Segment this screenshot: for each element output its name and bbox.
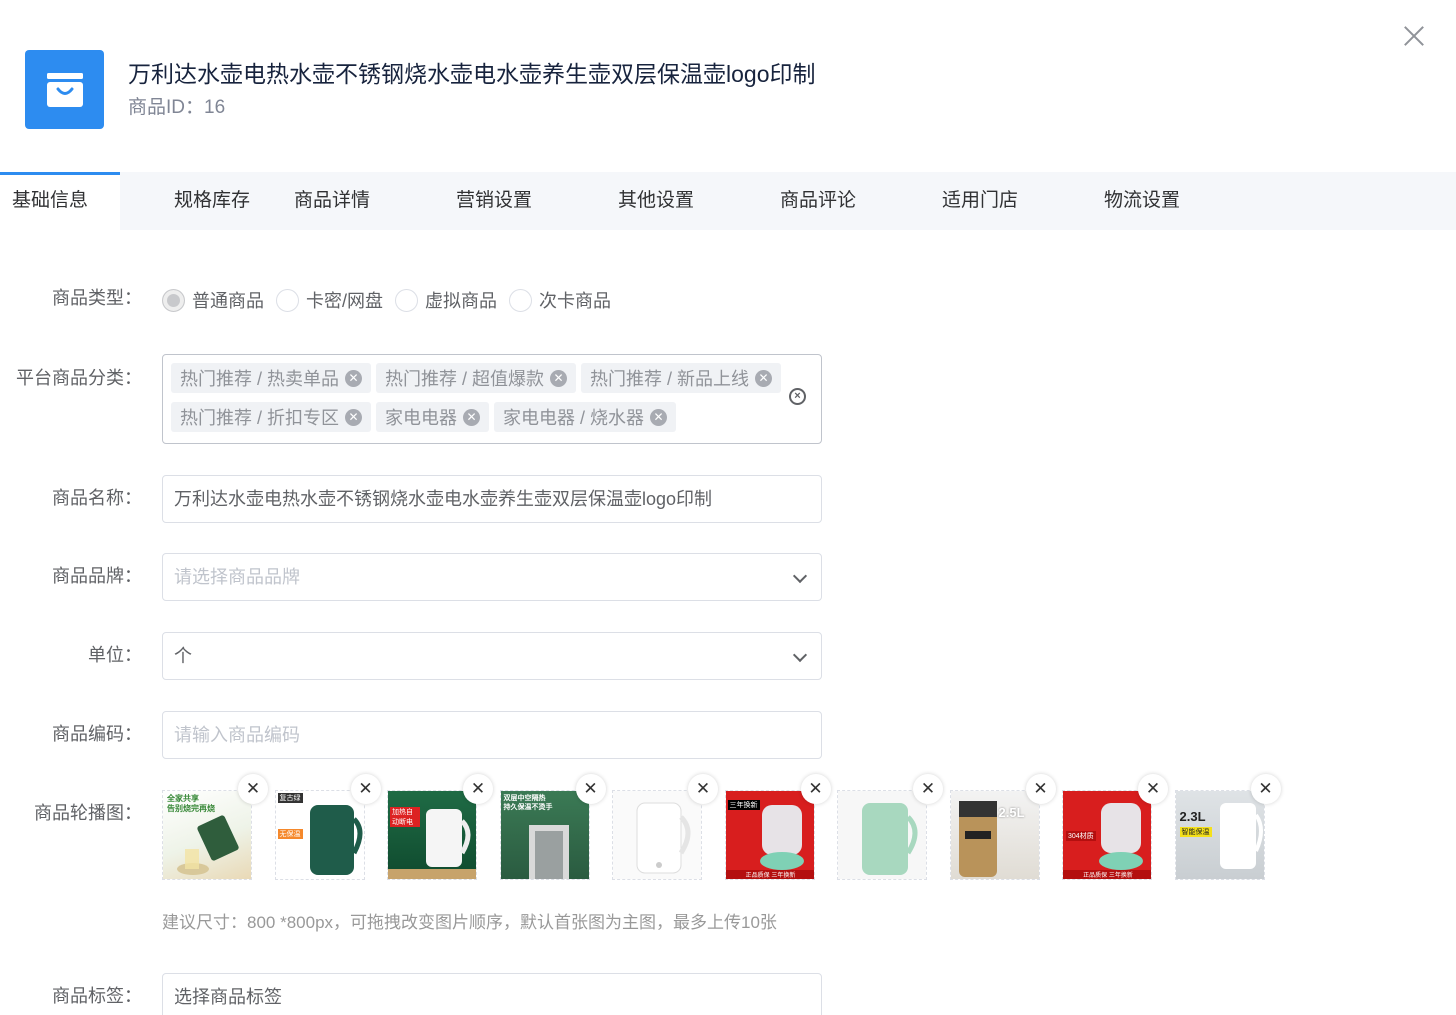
tag-close-icon[interactable]: ✕ <box>550 369 568 387</box>
tag-close-icon[interactable]: ✕ <box>345 369 363 387</box>
type-label: 商品类型： <box>52 288 142 308</box>
name-label: 商品名称： <box>52 488 142 508</box>
unit-select[interactable]: 个 <box>162 632 822 680</box>
code-input[interactable]: 请输入商品编码 <box>162 711 822 759</box>
remove-image-icon[interactable]: ✕ <box>1025 774 1056 804</box>
tab-stores[interactable]: 适用门店 <box>930 172 1092 230</box>
remove-image-icon[interactable]: ✕ <box>1138 774 1168 804</box>
tab-basic-info[interactable]: 基础信息 <box>0 172 120 230</box>
tag-close-icon[interactable]: ✕ <box>463 408 481 426</box>
clear-all-icon[interactable]: × <box>789 388 806 405</box>
remove-image-icon[interactable]: ✕ <box>575 774 606 804</box>
brand-select[interactable]: 请选择商品品牌 <box>162 553 822 601</box>
product-image-8[interactable]: 2.5L ✕ <box>949 774 1056 880</box>
product-id: 商品ID：16 <box>128 97 226 118</box>
tab-reviews[interactable]: 商品评论 <box>768 172 930 230</box>
tab-spec-stock[interactable]: 规格库存 <box>120 172 282 230</box>
product-image-9[interactable]: 304材质 正品质保 三年换新 ✕ <box>1062 774 1168 880</box>
image-gallery: 全家共享 告别烧完再烧 ✕ 复古绿 无保温 ✕ 加热自动断电 ✕ 双层中空隔热 持久… <box>162 774 1287 880</box>
category-label: 平台商品分类： <box>16 368 142 388</box>
tag-close-icon[interactable]: ✕ <box>755 369 773 387</box>
tag-label: 商品标签： <box>52 986 142 1006</box>
radio-times-card[interactable]: 次卡商品 <box>509 287 611 313</box>
tab-bar: 基础信息 规格库存 商品详情 营销设置 其他设置 商品评论 适用门店 物流设置 <box>0 172 1456 230</box>
product-image-10[interactable]: 2.3L 智能保温 ✕ <box>1174 774 1281 880</box>
category-tag: 热门推荐 / 新品上线 ✕ <box>581 363 782 393</box>
chevron-down-icon <box>792 647 808 663</box>
radio-normal-product[interactable]: 普通商品 <box>162 287 264 313</box>
category-tag: 家电电器 ✕ <box>376 402 490 432</box>
remove-image-icon[interactable]: ✕ <box>913 774 943 804</box>
tab-marketing[interactable]: 营销设置 <box>444 172 606 230</box>
radio-card-disk[interactable]: 卡密/网盘 <box>276 287 383 313</box>
product-image-2[interactable]: 复古绿 无保温 ✕ <box>274 774 381 880</box>
remove-image-icon[interactable]: ✕ <box>1250 774 1281 804</box>
tag-close-icon[interactable]: ✕ <box>345 408 363 426</box>
tag-select[interactable]: 选择商品标签 <box>162 973 822 1015</box>
product-header: 万利达水壶电热水壶不锈钢烧水壶电水壶养生壶双层保温壶logo印制 商品ID：16 <box>25 50 815 129</box>
remove-image-icon[interactable]: ✕ <box>688 774 718 804</box>
type-radio-group: 普通商品 卡密/网盘 虚拟商品 次卡商品 <box>162 285 623 315</box>
tag-close-icon[interactable]: ✕ <box>650 408 668 426</box>
page-title: 万利达水壶电热水壶不锈钢烧水壶电水壶养生壶双层保温壶logo印制 <box>128 61 816 87</box>
brand-label: 商品品牌： <box>52 566 142 586</box>
category-cascader[interactable]: 热门推荐 / 热卖单品 ✕ 热门推荐 / 超值爆款 ✕ 热门推荐 / 新品上线 ✕ 热门推… <box>162 354 822 444</box>
product-image-5[interactable]: ✕ <box>612 774 718 880</box>
tab-other-settings[interactable]: 其他设置 <box>606 172 768 230</box>
product-image-4[interactable]: 双层中空隔热 持久保温不烫手 ✕ <box>499 774 606 880</box>
radio-virtual-product[interactable]: 虚拟商品 <box>395 287 497 313</box>
chevron-down-icon <box>792 568 808 584</box>
gallery-hint: 建议尺寸：800 *800px，可拖拽改变图片顺序，默认首张图为主图，最多上传1… <box>162 913 777 932</box>
category-tag: 热门推荐 / 超值爆款 ✕ <box>376 363 577 393</box>
remove-image-icon[interactable]: ✕ <box>800 774 831 804</box>
remove-image-icon[interactable]: ✕ <box>238 774 268 804</box>
shopping-bag-icon <box>25 50 104 129</box>
category-tag: 热门推荐 / 热卖单品 ✕ <box>171 363 372 393</box>
product-image-3[interactable]: 加热自动断电 ✕ <box>387 774 493 880</box>
remove-image-icon[interactable]: ✕ <box>463 774 493 804</box>
product-image-7[interactable]: ✕ <box>837 774 943 880</box>
tab-product-detail[interactable]: 商品详情 <box>282 172 444 230</box>
name-input[interactable]: 万利达水壶电热水壶不锈钢烧水壶电水壶养生壶双层保温壶logo印制 <box>162 475 822 523</box>
category-tag: 家电电器 / 烧水器 ✕ <box>494 402 677 432</box>
code-label: 商品编码： <box>52 724 142 744</box>
close-icon[interactable] <box>1400 22 1428 50</box>
gallery-label: 商品轮播图： <box>34 803 142 823</box>
unit-label: 单位： <box>88 645 142 665</box>
tab-logistics[interactable]: 物流设置 <box>1092 172 1254 230</box>
category-tag: 热门推荐 / 折扣专区 ✕ <box>171 402 372 432</box>
remove-image-icon[interactable]: ✕ <box>350 774 381 804</box>
product-image-1[interactable]: 全家共享 告别烧完再烧 ✕ <box>162 774 268 880</box>
product-image-6[interactable]: 三年换新 正品质保 三年换新 ✕ <box>724 774 831 880</box>
